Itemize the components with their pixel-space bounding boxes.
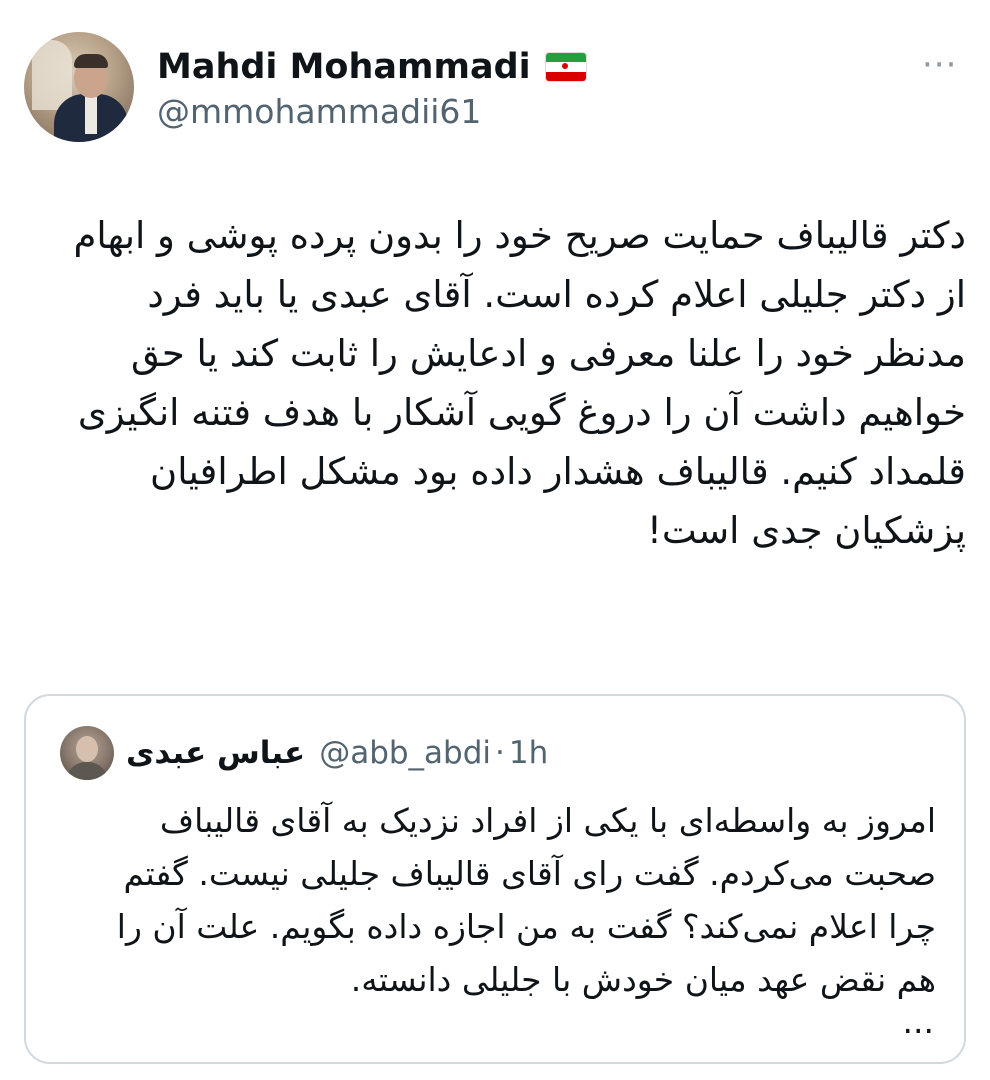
quoted-author-avatar[interactable] (60, 726, 114, 780)
quoted-tweet-ellipsis: ... (902, 1002, 934, 1041)
quoted-tweet-text: امروز به واسطه‌ای با یکی از افراد نزدیک … (116, 801, 936, 999)
quoted-tweet-time[interactable]: 1h (509, 730, 548, 776)
tweet-text: دکتر قالیباف حمایت صریح خود را بدون پرده… (73, 214, 966, 552)
meta-separator: · (495, 735, 505, 771)
iran-flag-icon (544, 52, 587, 82)
author-avatar[interactable] (24, 32, 134, 142)
quoted-author-name[interactable]: عباس عبدی (126, 730, 305, 776)
more-options-icon[interactable]: ··· (922, 48, 957, 82)
author-name-row[interactable]: Mahdi Mohammadi (157, 45, 587, 89)
author-handle[interactable]: @mmohammadii61 (157, 92, 481, 132)
quoted-author-handle[interactable]: @abb_abdi (319, 730, 491, 776)
quoted-tweet[interactable]: عباس عبدی @abb_abdi · 1h امروز به واسطه‌… (24, 694, 966, 1064)
quoted-tweet-header: عباس عبدی @abb_abdi · 1h (126, 730, 548, 776)
author-name[interactable]: Mahdi Mohammadi (157, 45, 531, 89)
